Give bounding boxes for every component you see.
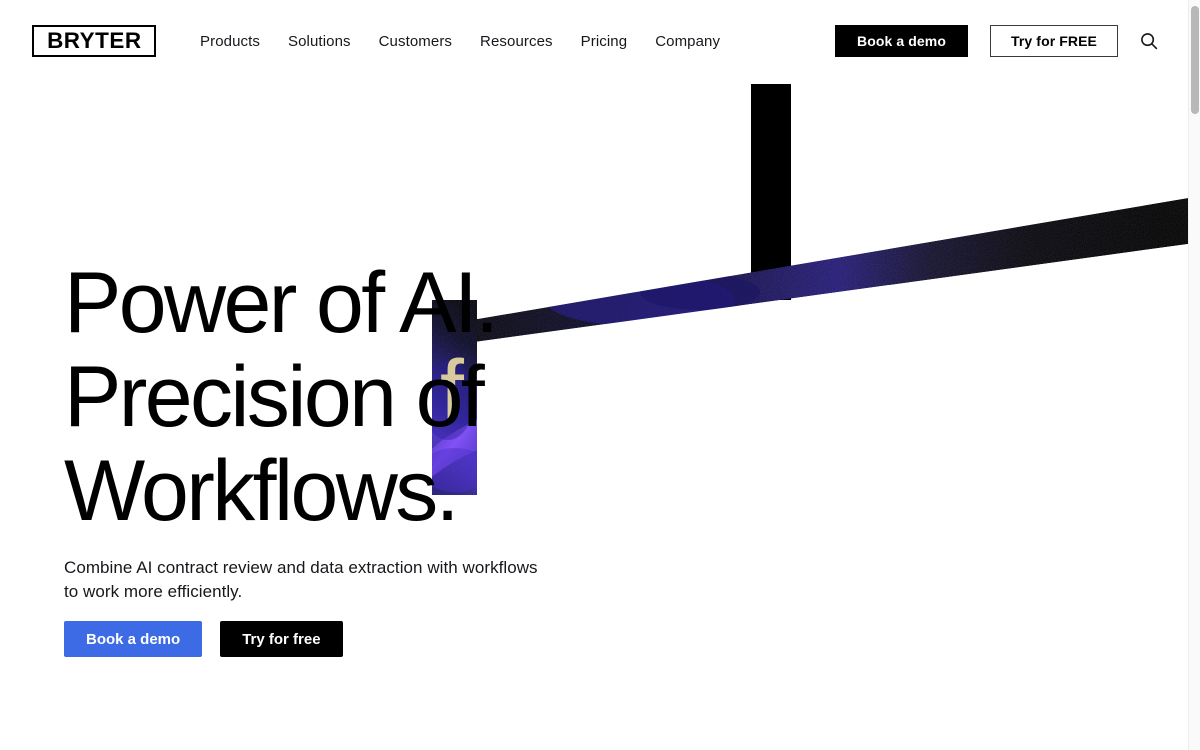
nav-item-customers[interactable]: Customers [365, 31, 466, 53]
main-navigation: Products Solutions Customers Resources P… [200, 31, 734, 53]
nav-item-products[interactable]: Products [200, 31, 274, 53]
search-icon [1141, 33, 1158, 50]
nav-item-company[interactable]: Company [641, 31, 734, 53]
book-a-demo-button-hero[interactable]: Book a demo [64, 621, 203, 657]
nav-item-solutions[interactable]: Solutions [274, 31, 365, 53]
browser-page: f BRYTER Products Solutions Customers Re… [0, 0, 1200, 750]
page-scrollbar-track[interactable] [1188, 0, 1200, 750]
header-actions: Book a demo Try for FREE [834, 25, 1164, 57]
search-button[interactable] [1134, 26, 1164, 56]
logo-text: BRYTER [46, 28, 142, 53]
headline-line-3: Workflows. [64, 443, 460, 539]
hero-cta-group: Book a demo Try for free [64, 621, 343, 657]
bryter-logo[interactable]: BRYTER [32, 25, 156, 57]
book-a-demo-button-header[interactable]: Book a demo [834, 25, 968, 57]
nav-item-pricing[interactable]: Pricing [567, 31, 642, 53]
nav-item-resources[interactable]: Resources [466, 31, 567, 53]
hero-headline: Power of AI. Precision of Workflows. [64, 256, 584, 538]
hero-headline-wrap: Power of AI. Precision of Workflows. [64, 256, 584, 538]
beam-post-top [751, 84, 791, 300]
try-for-free-button-hero[interactable]: Try for free [220, 621, 343, 657]
page-viewport: f BRYTER Products Solutions Customers Re… [0, 0, 1188, 750]
try-for-free-button-header[interactable]: Try for FREE [990, 25, 1118, 57]
site-header: BRYTER Products Solutions Customers Reso… [0, 0, 1188, 84]
page-scrollbar-thumb[interactable] [1191, 6, 1199, 114]
hero-subheadline: Combine AI contract review and data extr… [64, 558, 538, 601]
headline-line-1: Power of AI. [64, 255, 499, 351]
headline-line-2: Precision of [64, 349, 485, 445]
